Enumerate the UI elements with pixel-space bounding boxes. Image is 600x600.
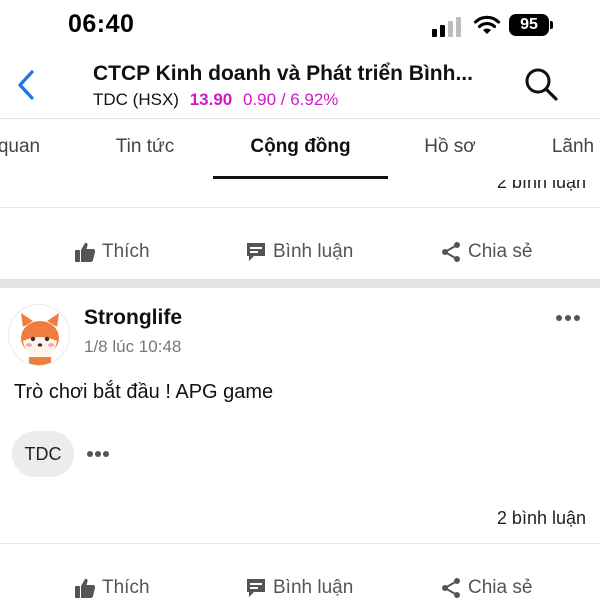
post-timestamp: 1/8 lúc 10:48 [84, 337, 182, 356]
battery-icon: 95 [509, 14, 553, 36]
cellular-icon [432, 17, 461, 37]
more-tags-icon[interactable] [86, 450, 110, 458]
search-icon[interactable] [523, 66, 559, 102]
share-label: Chia sẻ [468, 241, 533, 262]
comment-count[interactable]: 2 bình luận [497, 180, 586, 193]
active-tab-indicator [213, 176, 388, 179]
stock-change: 0.90 / 6.92% [242, 90, 339, 109]
back-icon[interactable] [14, 68, 38, 102]
post-author[interactable]: Stronglife [84, 306, 182, 330]
tab-community[interactable]: Cộng đồng [213, 119, 388, 180]
divider [0, 207, 600, 208]
stock-header: CTCP Kinh doanh và Phát triển Bình... TD… [0, 52, 600, 118]
stock-tag-chip[interactable]: TDC [12, 431, 74, 477]
like-label: Thích [102, 241, 150, 262]
share-button[interactable]: Chia sẻ [440, 562, 532, 600]
status-bar: 06:40 95 [0, 0, 600, 52]
like-label: Thích [102, 577, 150, 598]
share-icon [442, 578, 460, 598]
tab-bar: quan Tin tức Cộng đồng Hồ sơ Lãnh [0, 118, 600, 180]
tab-news[interactable]: Tin tức [100, 119, 190, 180]
section-separator [0, 279, 600, 288]
comment-icon [247, 579, 265, 597]
ticker-label: TDC (HSX) [93, 90, 179, 109]
like-icon [75, 242, 96, 262]
comment-count[interactable]: 2 bình luận [497, 508, 586, 529]
avatar[interactable] [8, 304, 70, 366]
battery-level: 95 [509, 14, 549, 36]
tab-profile[interactable]: Hồ sơ [410, 119, 490, 180]
fox-avatar-icon [21, 313, 59, 365]
tab-overview[interactable]: quan [0, 119, 44, 180]
post-actions: Thích Bình luận Chia sẻ [0, 226, 600, 278]
post-content: Trò chơi bắt đầu ! APG game [14, 381, 274, 403]
company-title: CTCP Kinh doanh và Phát triển Bình... [93, 62, 473, 85]
comment-label: Bình luận [273, 577, 354, 598]
like-button[interactable]: Thích [74, 562, 150, 600]
more-icon[interactable] [555, 314, 581, 322]
tab-leadership[interactable]: Lãnh [543, 119, 600, 180]
like-icon [75, 578, 96, 598]
post-actions: Thích Bình luận Chia sẻ [0, 562, 600, 600]
stock-price: 13.90 [189, 90, 233, 109]
share-icon [442, 242, 460, 262]
divider [0, 543, 600, 544]
comment-button[interactable]: Bình luận [245, 226, 353, 278]
status-time: 06:40 [68, 10, 135, 38]
stock-summary: TDC (HSX) 13.90 0.90 / 6.92% [93, 90, 338, 110]
comment-button[interactable]: Bình luận [245, 562, 353, 600]
like-button[interactable]: Thích [74, 226, 150, 278]
share-button[interactable]: Chia sẻ [440, 226, 532, 278]
comment-label: Bình luận [273, 241, 354, 262]
share-label: Chia sẻ [468, 577, 533, 598]
wifi-icon [473, 15, 501, 34]
community-feed: 2 bình luận Thích Bình luận Chia sẻ Stro… [0, 180, 600, 600]
comment-icon [247, 243, 265, 261]
